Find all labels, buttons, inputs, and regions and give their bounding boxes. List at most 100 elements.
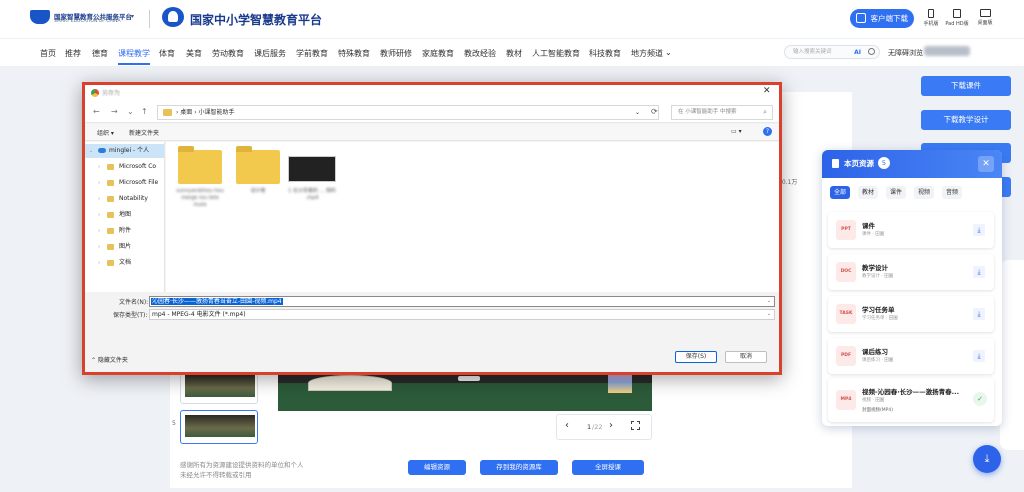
filetype-select[interactable]: mp4 - MPEG-4 电影文件 (*.mp4) ⌄ xyxy=(149,309,775,320)
lesson-thumbnail[interactable] xyxy=(180,370,258,404)
search-icon[interactable]: ⌕ xyxy=(763,106,767,119)
tree-item-folder[interactable]: › 地图 xyxy=(85,208,164,222)
nav-ai-ed[interactable]: 人工智能教育 xyxy=(532,48,580,59)
expand-arrow-icon[interactable]: › xyxy=(98,192,100,206)
file-name[interactable]: 设计卷 xyxy=(234,188,282,195)
tree-item-onedrive[interactable]: ⌄ minglei - 个人 xyxy=(85,144,164,158)
tab-courseware[interactable]: 课件 xyxy=(886,186,906,199)
up-arrow-icon[interactable]: ↑ xyxy=(141,107,148,116)
nav-moral[interactable]: 德育 xyxy=(92,48,108,59)
close-icon[interactable]: ✕ xyxy=(978,156,994,172)
site-search-input[interactable]: 输入搜索关键词 AI xyxy=(784,45,880,59)
file-name[interactable]: sunnyandshou hou merge rou tete mute xyxy=(176,188,224,209)
download-design-button[interactable]: 下载教学设计 xyxy=(921,110,1011,130)
tree-item-folder[interactable]: › 图片 xyxy=(85,240,164,254)
tab-video[interactable]: 视频 xyxy=(914,186,934,199)
nav-reform[interactable]: 教改经验 xyxy=(464,48,496,59)
tree-item-folder[interactable]: › Microsoft Co xyxy=(85,160,164,174)
expand-arrow-icon[interactable]: › xyxy=(98,176,100,190)
platform-switch-caret-icon[interactable]: ▾ xyxy=(131,13,134,20)
tree-item-folder[interactable]: › 附件 xyxy=(85,224,164,238)
history-dropdown-icon[interactable]: ⌄ xyxy=(127,107,134,116)
ai-search-icon[interactable]: AI xyxy=(854,47,861,59)
save-button[interactable]: 保存(S) xyxy=(675,351,717,363)
download-icon[interactable]: ⤓ xyxy=(973,350,985,362)
nav-sports[interactable]: 体育 xyxy=(159,48,175,59)
expand-arrow-icon[interactable]: › xyxy=(98,208,100,222)
nav-home[interactable]: 首页 xyxy=(40,48,56,59)
close-icon[interactable]: ✕ xyxy=(763,86,771,96)
expand-arrow-icon[interactable]: › xyxy=(98,256,100,270)
address-bar[interactable]: › 桌面 › 小课智能助手 ⌄ xyxy=(157,105,659,120)
organize-menu[interactable]: 组织 ▾ xyxy=(97,128,114,137)
lesson-thumbnail[interactable] xyxy=(180,410,258,444)
folder-search-input[interactable]: 在 小课智能助手 中搜索 ⌕ xyxy=(671,105,773,120)
chevron-down-icon[interactable]: ⌄ xyxy=(767,297,771,306)
edit-resource-button[interactable]: 编辑资源 xyxy=(408,460,466,475)
download-client-button[interactable]: 客户端下载 xyxy=(850,9,914,28)
nav-teacher-training[interactable]: 教师研修 xyxy=(380,48,412,59)
back-arrow-icon[interactable]: ← xyxy=(93,107,100,116)
folder-icon[interactable] xyxy=(178,146,222,184)
next-page-icon[interactable]: › xyxy=(609,420,613,431)
search-icon[interactable] xyxy=(868,48,875,55)
nav-special-ed[interactable]: 特殊教育 xyxy=(338,48,370,59)
fullscreen-teach-button[interactable]: 全屏授课 xyxy=(572,460,644,475)
pad-version-link[interactable]: Pad HD版 xyxy=(944,9,970,27)
gov-platform-logo[interactable] xyxy=(30,10,50,24)
expand-arrow-icon[interactable]: › xyxy=(98,224,100,238)
help-icon[interactable]: ? xyxy=(763,127,772,136)
tab-all[interactable]: 全部 xyxy=(830,186,850,199)
fullscreen-icon[interactable] xyxy=(631,421,640,430)
dialog-titlebar[interactable]: 另存为 ✕ xyxy=(85,85,779,101)
desktop-version-link[interactable]: 桌面版 xyxy=(972,9,998,26)
file-name[interactable]: 1 长沙青春的 ... 用料 .mp4 xyxy=(288,188,336,202)
resource-item-courseware[interactable]: PPT 课件 课件 · 田園 ⤓ xyxy=(828,212,994,248)
nav-family-ed[interactable]: 家庭教育 xyxy=(422,48,454,59)
nav-course-teaching[interactable]: 课程教学 xyxy=(118,48,150,59)
resource-item-task[interactable]: TASK 学习任务单 学习任务单 · 田園 ⤓ xyxy=(828,296,994,332)
expand-arrow-icon[interactable]: › xyxy=(98,160,100,174)
expand-arrow-icon[interactable]: ⌄ xyxy=(89,144,93,158)
save-to-library-button[interactable]: 存到我的资源库 xyxy=(480,460,558,475)
tab-audio[interactable]: 音频 xyxy=(942,186,962,199)
prev-page-icon[interactable]: ‹ xyxy=(565,420,569,431)
resource-item-video[interactable]: MP4 视频-沁园春·长沙——激扬青春... 视频 · 田園 封面视频(MP4)… xyxy=(828,378,994,422)
address-dropdown-icon[interactable]: ⌄ xyxy=(635,106,640,119)
nav-preschool[interactable]: 学前教育 xyxy=(296,48,328,59)
new-folder-button[interactable]: 新建文件夹 xyxy=(129,128,159,137)
expand-arrow-icon[interactable]: › xyxy=(98,240,100,254)
refresh-icon[interactable]: ⟳ xyxy=(651,107,658,116)
nav-local-channel[interactable]: 地方频道 xyxy=(631,48,663,59)
breadcrumb[interactable]: › 桌面 › 小课智能助手 xyxy=(176,106,235,119)
chevron-down-icon[interactable]: ⌄ xyxy=(767,310,771,319)
tree-item-folder[interactable]: › Microsoft File xyxy=(85,176,164,190)
download-icon[interactable]: ⤓ xyxy=(973,224,985,236)
resource-item-design[interactable]: DOC 教学设计 教学设计 · 田園 ⤓ xyxy=(828,254,994,290)
nav-textbooks[interactable]: 教材 xyxy=(506,48,522,59)
video-file-icon[interactable] xyxy=(288,156,336,182)
nav-more-caret-icon[interactable]: ⌄ xyxy=(665,48,672,57)
user-avatar-name[interactable] xyxy=(924,46,970,56)
resource-item-exercise[interactable]: PDF 课后练习 课后练习 · 田園 ⤓ xyxy=(828,338,994,374)
download-icon[interactable]: ⤓ xyxy=(973,308,985,320)
hide-folders-toggle[interactable]: ⌃ 隐藏文件夹 xyxy=(91,355,128,364)
tree-item-folder[interactable]: › 文档 xyxy=(85,256,164,270)
tree-item-folder[interactable]: › Notability xyxy=(85,192,164,206)
view-options-icon[interactable]: ▭ ▾ xyxy=(731,128,742,135)
nav-labor[interactable]: 劳动教育 xyxy=(212,48,244,59)
download-icon[interactable]: ⤓ xyxy=(973,266,985,278)
nav-recommend[interactable]: 推荐 xyxy=(65,48,81,59)
folder-icon[interactable] xyxy=(236,146,280,184)
tab-textbook[interactable]: 教材 xyxy=(858,186,878,199)
right-tool-rail[interactable] xyxy=(1000,260,1024,450)
floating-download-icon[interactable]: ⤓ xyxy=(973,445,1001,473)
accessibility-link[interactable]: 无障碍浏览 xyxy=(888,48,923,58)
cancel-button[interactable]: 取消 xyxy=(725,351,767,363)
nav-arts[interactable]: 美育 xyxy=(186,48,202,59)
nav-tech-ed[interactable]: 科技教育 xyxy=(589,48,621,59)
platform-title[interactable]: 国家中小学智慧教育平台 xyxy=(190,11,322,28)
filename-input[interactable]: 沁园春·长沙——激扬青春当奋立-田園-视频.mp4 ⌄ xyxy=(149,296,775,307)
forward-arrow-icon[interactable]: → xyxy=(111,107,118,116)
download-courseware-button[interactable]: 下载课件 xyxy=(921,76,1011,96)
